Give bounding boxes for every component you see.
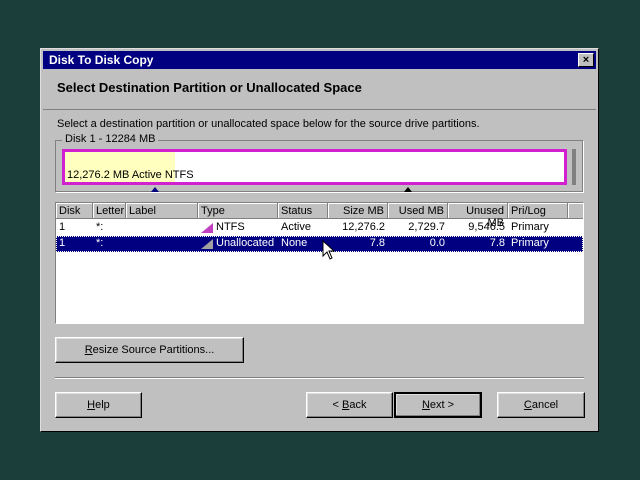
col-header-filler (568, 203, 583, 219)
col-header-size[interactable]: Size MB (328, 203, 388, 219)
partition-table[interactable]: Disk Letter Label Type Status Size MB Us… (55, 202, 584, 324)
table-row[interactable]: 1 *: NTFS Active 12,276.2 2,729.7 9,546.… (56, 220, 583, 236)
cell-label (126, 221, 198, 235)
destination-marker-icon (404, 187, 412, 192)
disk-to-disk-copy-dialog: Disk To Disk Copy × Select Destination P… (40, 48, 599, 432)
cell-unused: 7.8 (489, 237, 505, 249)
cell-letter: *: (96, 237, 104, 249)
partition-bar-ntfs[interactable]: 12,276.2 MB Active NTFS (62, 149, 567, 185)
cell-size: 7.8 (369, 237, 385, 249)
header-area: Select Destination Partition or Unalloca… (43, 69, 596, 110)
close-button[interactable]: × (578, 53, 594, 67)
next-button[interactable]: Next > (394, 392, 482, 418)
cell-type: NTFS (198, 221, 278, 235)
cell-type-text: NTFS (216, 221, 245, 233)
col-header-unused[interactable]: Unused MB (448, 203, 508, 229)
cell-status: None (281, 237, 308, 249)
source-marker-icon (151, 187, 159, 192)
title-bar[interactable]: Disk To Disk Copy × (43, 51, 596, 69)
instruction-text: Select a destination partition or unallo… (57, 118, 480, 130)
back-button[interactable]: < Back (306, 392, 393, 418)
col-header-status[interactable]: Status (278, 203, 328, 219)
col-header-type[interactable]: Type (198, 203, 278, 219)
mouse-cursor-icon (322, 240, 336, 260)
cell-type-text: Unallocated (216, 237, 275, 249)
cell-size: 12,276.2 (342, 221, 385, 233)
cancel-button[interactable]: Cancel (497, 392, 585, 418)
cell-prilog: Primary (511, 221, 549, 233)
window-title: Disk To Disk Copy (49, 53, 154, 67)
cell-disk: 1 (59, 221, 66, 233)
cell-type: Unallocated (198, 237, 278, 251)
unallocated-sliver[interactable] (572, 149, 576, 185)
partition-bar-label: 12,276.2 MB Active NTFS (67, 169, 194, 181)
cell-disk: 1 (59, 237, 66, 249)
footer-separator (55, 377, 584, 379)
col-header-letter[interactable]: Letter (93, 203, 126, 219)
col-header-used[interactable]: Used MB (388, 203, 448, 219)
ntfs-partition-icon (201, 223, 213, 233)
cell-used: 0.0 (429, 237, 445, 249)
help-button[interactable]: Help (55, 392, 142, 418)
cell-prilog: Primary (511, 237, 549, 249)
table-row-selected[interactable]: 1 *: Unallocated None 7.8 0.0 7.8 Primar… (56, 236, 583, 252)
cell-letter: *: (96, 221, 104, 233)
col-header-label[interactable]: Label (126, 203, 198, 219)
col-header-disk[interactable]: Disk (56, 203, 93, 219)
unallocated-partition-icon (201, 239, 213, 249)
cell-used: 2,729.7 (408, 221, 445, 233)
table-header: Disk Letter Label Type Status Size MB Us… (56, 203, 583, 229)
disk-map-group: Disk 1 - 12284 MB 12,276.2 MB Active NTF… (55, 133, 583, 192)
page-heading: Select Destination Partition or Unalloca… (57, 80, 362, 95)
resize-source-partitions-button[interactable]: Resize Source Partitions... (55, 337, 244, 363)
cell-label (126, 237, 198, 251)
col-header-prilog[interactable]: Pri/Log (508, 203, 568, 219)
disk-map-label: Disk 1 - 12284 MB (62, 133, 159, 145)
cell-unused: 9,546.5 (468, 221, 505, 233)
cell-status: Active (281, 221, 311, 233)
